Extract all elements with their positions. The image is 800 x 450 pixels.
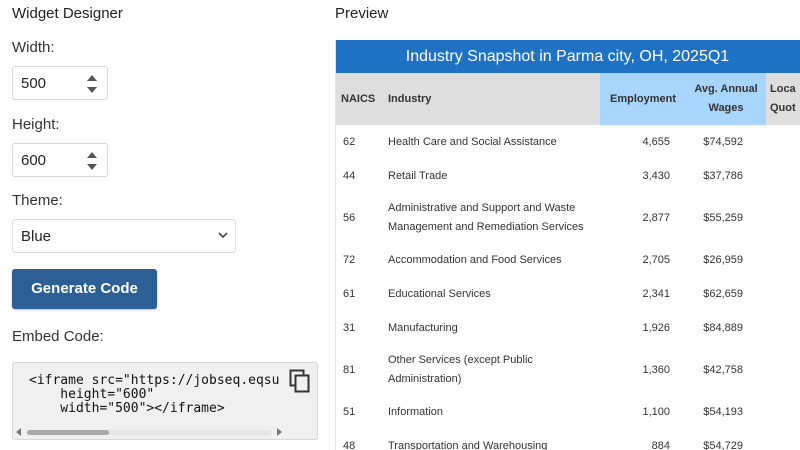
industry-cell: Manufacturing [388, 321, 458, 334]
lq-cell [766, 277, 800, 311]
employment-cell: 4,655 [642, 135, 670, 148]
lq-cell [766, 345, 800, 395]
chevron-down-icon [217, 229, 229, 244]
designer-title: Widget Designer [12, 5, 123, 22]
col-industry[interactable]: Industry [382, 73, 600, 125]
lq-cell [766, 311, 800, 345]
height-value: 600 [21, 152, 47, 169]
industry-cell: Transportation and Warehousing [388, 439, 548, 450]
embed-code-box[interactable]: <iframe src="https://jobseq.eqsu height=… [12, 362, 318, 440]
col-employment[interactable]: Employment [600, 73, 686, 125]
wages-cell: $26,959 [703, 253, 743, 266]
employment-cell: 884 [651, 439, 670, 450]
width-label: Width: [12, 39, 55, 56]
table-row: 31 Manufacturing 1,926 $84,889 [335, 311, 800, 345]
col-wages-line2: Wages [708, 102, 744, 114]
lq-cell [766, 159, 800, 193]
embed-code-label: Embed Code: [12, 328, 104, 345]
naics-cell: 61 [343, 287, 356, 300]
horizontal-scrollbar[interactable] [15, 427, 283, 437]
employment-cell: 1,100 [642, 405, 670, 418]
industry-cell: Information [388, 405, 444, 418]
col-location-quotient[interactable]: Loca Quot [766, 73, 800, 125]
table-row: 48 Transportation and Warehousing 884 $5… [335, 429, 800, 450]
table-row: 56 Administrative and Support and Waste … [335, 193, 800, 243]
width-spinner-icon[interactable] [87, 75, 97, 93]
naics-cell: 51 [343, 405, 356, 418]
table-header-row: NAICS Industry Employment Avg. Annual Wa… [335, 73, 800, 125]
theme-select[interactable]: Blue [12, 219, 236, 253]
industry-cell: Administrative and Support and Waste Man… [388, 202, 584, 233]
table-row: 51 Information 1,100 $54,193 [335, 395, 800, 429]
widget-title: Industry Snapshot in Parma city, OH, 202… [335, 40, 800, 73]
employment-cell: 3,430 [642, 169, 670, 182]
table-row: 62 Health Care and Social Assistance 4,6… [335, 125, 800, 159]
col-lq-line2: Quot [770, 102, 796, 114]
height-input[interactable]: 600 [12, 143, 108, 177]
preview-label: Preview [335, 5, 389, 22]
col-wages-line1: Avg. Annual [694, 83, 758, 95]
table-row: 72 Accommodation and Food Services 2,705… [335, 243, 800, 277]
copy-icon[interactable] [289, 369, 311, 393]
width-value: 500 [21, 75, 47, 92]
employment-cell: 2,705 [642, 253, 670, 266]
col-wages[interactable]: Avg. Annual Wages [686, 73, 766, 125]
naics-cell: 81 [343, 363, 356, 376]
scroll-left-arrow-icon[interactable] [16, 428, 21, 436]
employment-cell: 2,877 [642, 211, 670, 224]
scroll-right-arrow-icon[interactable] [277, 428, 282, 436]
embed-code-text[interactable]: <iframe src="https://jobseq.eqsu height=… [29, 374, 289, 416]
industry-cell: Educational Services [388, 287, 491, 300]
wages-cell: $55,259 [703, 211, 743, 224]
industry-cell: Retail Trade [388, 169, 448, 182]
naics-cell: 56 [343, 211, 356, 224]
table-row: 44 Retail Trade 3,430 $37,786 [335, 159, 800, 193]
table-row: 81 Other Services (except Public Adminis… [335, 345, 800, 395]
naics-cell: 31 [343, 321, 356, 334]
naics-cell: 72 [343, 253, 356, 266]
wages-cell: $74,592 [703, 135, 743, 148]
lq-cell [766, 125, 800, 159]
wages-cell: $54,729 [703, 439, 743, 450]
widget-designer-panel: Widget Designer Width: 500 Height: 600 T… [12, 0, 322, 450]
lq-cell [766, 193, 800, 243]
wages-cell: $42,758 [703, 363, 743, 376]
width-input[interactable]: 500 [12, 66, 108, 100]
naics-cell: 48 [343, 439, 356, 450]
industry-cell: Accommodation and Food Services [388, 253, 562, 266]
preview-widget: Industry Snapshot in Parma city, OH, 202… [335, 40, 800, 450]
wages-cell: $54,193 [703, 405, 743, 418]
theme-label: Theme: [12, 192, 63, 209]
height-spinner-icon[interactable] [87, 152, 97, 170]
generate-code-button[interactable]: Generate Code [12, 269, 157, 309]
lq-cell [766, 395, 800, 429]
col-naics[interactable]: NAICS [335, 73, 382, 125]
col-lq-line1: Loca [770, 83, 796, 95]
preview-divider [335, 40, 336, 450]
employment-cell: 1,360 [642, 363, 670, 376]
employment-cell: 1,926 [642, 321, 670, 334]
scrollbar-thumb[interactable] [27, 430, 109, 435]
lq-cell [766, 429, 800, 450]
table-row: 61 Educational Services 2,341 $62,659 [335, 277, 800, 311]
employment-cell: 2,341 [642, 287, 670, 300]
industry-cell: Health Care and Social Assistance [388, 135, 557, 148]
naics-cell: 62 [343, 135, 356, 148]
naics-cell: 44 [343, 169, 356, 182]
theme-value: Blue [21, 228, 52, 245]
wages-cell: $84,889 [703, 321, 743, 334]
lq-cell [766, 243, 800, 277]
wages-cell: $37,786 [703, 169, 743, 182]
height-label: Height: [12, 116, 60, 133]
industry-table: NAICS Industry Employment Avg. Annual Wa… [335, 73, 800, 450]
wages-cell: $62,659 [703, 287, 743, 300]
industry-cell: Other Services (except Public Administra… [388, 354, 533, 385]
